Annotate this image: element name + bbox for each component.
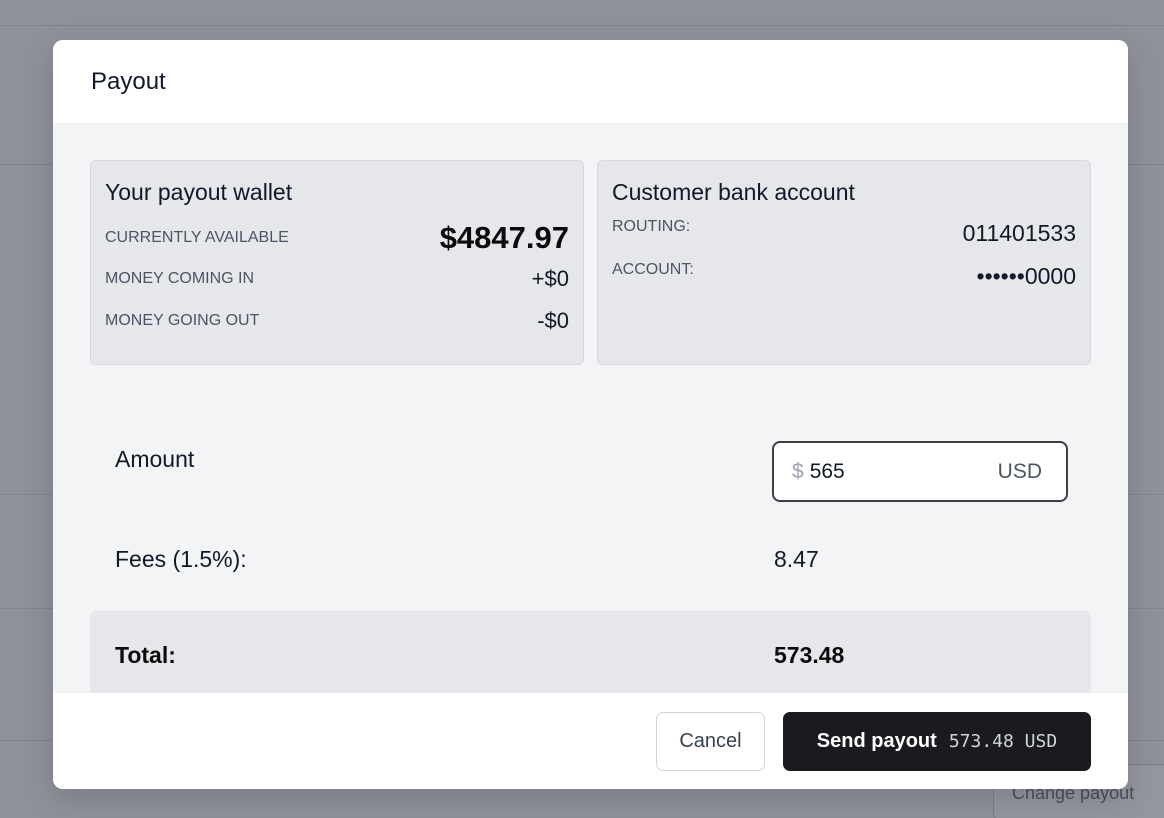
currently-available-row: CURRENTLY AVAILABLE $4847.97 bbox=[105, 218, 569, 258]
money-going-out-row: MONEY GOING OUT -$0 bbox=[105, 300, 569, 342]
modal-body: Your payout wallet CURRENTLY AVAILABLE $… bbox=[53, 123, 1128, 697]
modal-title: Payout bbox=[91, 68, 166, 95]
fees-label: Fees (1.5%): bbox=[115, 546, 247, 572]
amount-value[interactable]: 565 bbox=[810, 460, 998, 484]
total-row: Total: 573.48 bbox=[90, 611, 1091, 697]
modal-footer: Cancel Send payout 573.48 USD bbox=[53, 693, 1128, 789]
currently-available-label: CURRENTLY AVAILABLE bbox=[105, 229, 289, 246]
send-payout-button[interactable]: Send payout 573.48 USD bbox=[783, 712, 1091, 771]
account-value: ••••••0000 bbox=[976, 263, 1076, 289]
payout-modal: Payout Your payout wallet CURRENTLY AVAI… bbox=[53, 40, 1128, 789]
account-label: ACCOUNT: bbox=[612, 261, 694, 278]
currency-code: USD bbox=[997, 459, 1042, 483]
total-value: 573.48 bbox=[774, 642, 845, 668]
currency-symbol: $ bbox=[792, 459, 804, 483]
account-row: ACCOUNT: ••••••0000 bbox=[612, 261, 1076, 304]
bank-card-title: Customer bank account bbox=[612, 179, 855, 205]
routing-label: ROUTING: bbox=[612, 218, 691, 235]
fees-value: 8.47 bbox=[774, 546, 819, 572]
cancel-button[interactable]: Cancel bbox=[656, 712, 765, 771]
total-label: Total: bbox=[115, 642, 176, 668]
send-payout-amount: 573.48 USD bbox=[948, 731, 1058, 752]
money-coming-in-value: +$0 bbox=[531, 266, 569, 291]
currently-available-value: $4847.97 bbox=[439, 220, 569, 255]
routing-row: ROUTING: 011401533 bbox=[612, 218, 1076, 261]
send-payout-label: Send payout bbox=[816, 730, 937, 752]
routing-value: 011401533 bbox=[962, 220, 1076, 246]
customer-bank-card: Customer bank account ROUTING: 011401533… bbox=[597, 160, 1091, 365]
amount-input[interactable]: $ 565 USD bbox=[772, 441, 1068, 502]
modal-header: Payout bbox=[53, 40, 1128, 123]
money-coming-in-label: MONEY COMING IN bbox=[105, 270, 255, 287]
amount-label: Amount bbox=[115, 446, 195, 472]
money-going-out-value: -$0 bbox=[537, 308, 569, 333]
wallet-card-title: Your payout wallet bbox=[105, 179, 293, 205]
money-going-out-label: MONEY GOING OUT bbox=[105, 312, 260, 329]
money-coming-in-row: MONEY COMING IN +$0 bbox=[105, 258, 569, 300]
payout-wallet-card: Your payout wallet CURRENTLY AVAILABLE $… bbox=[90, 160, 584, 365]
